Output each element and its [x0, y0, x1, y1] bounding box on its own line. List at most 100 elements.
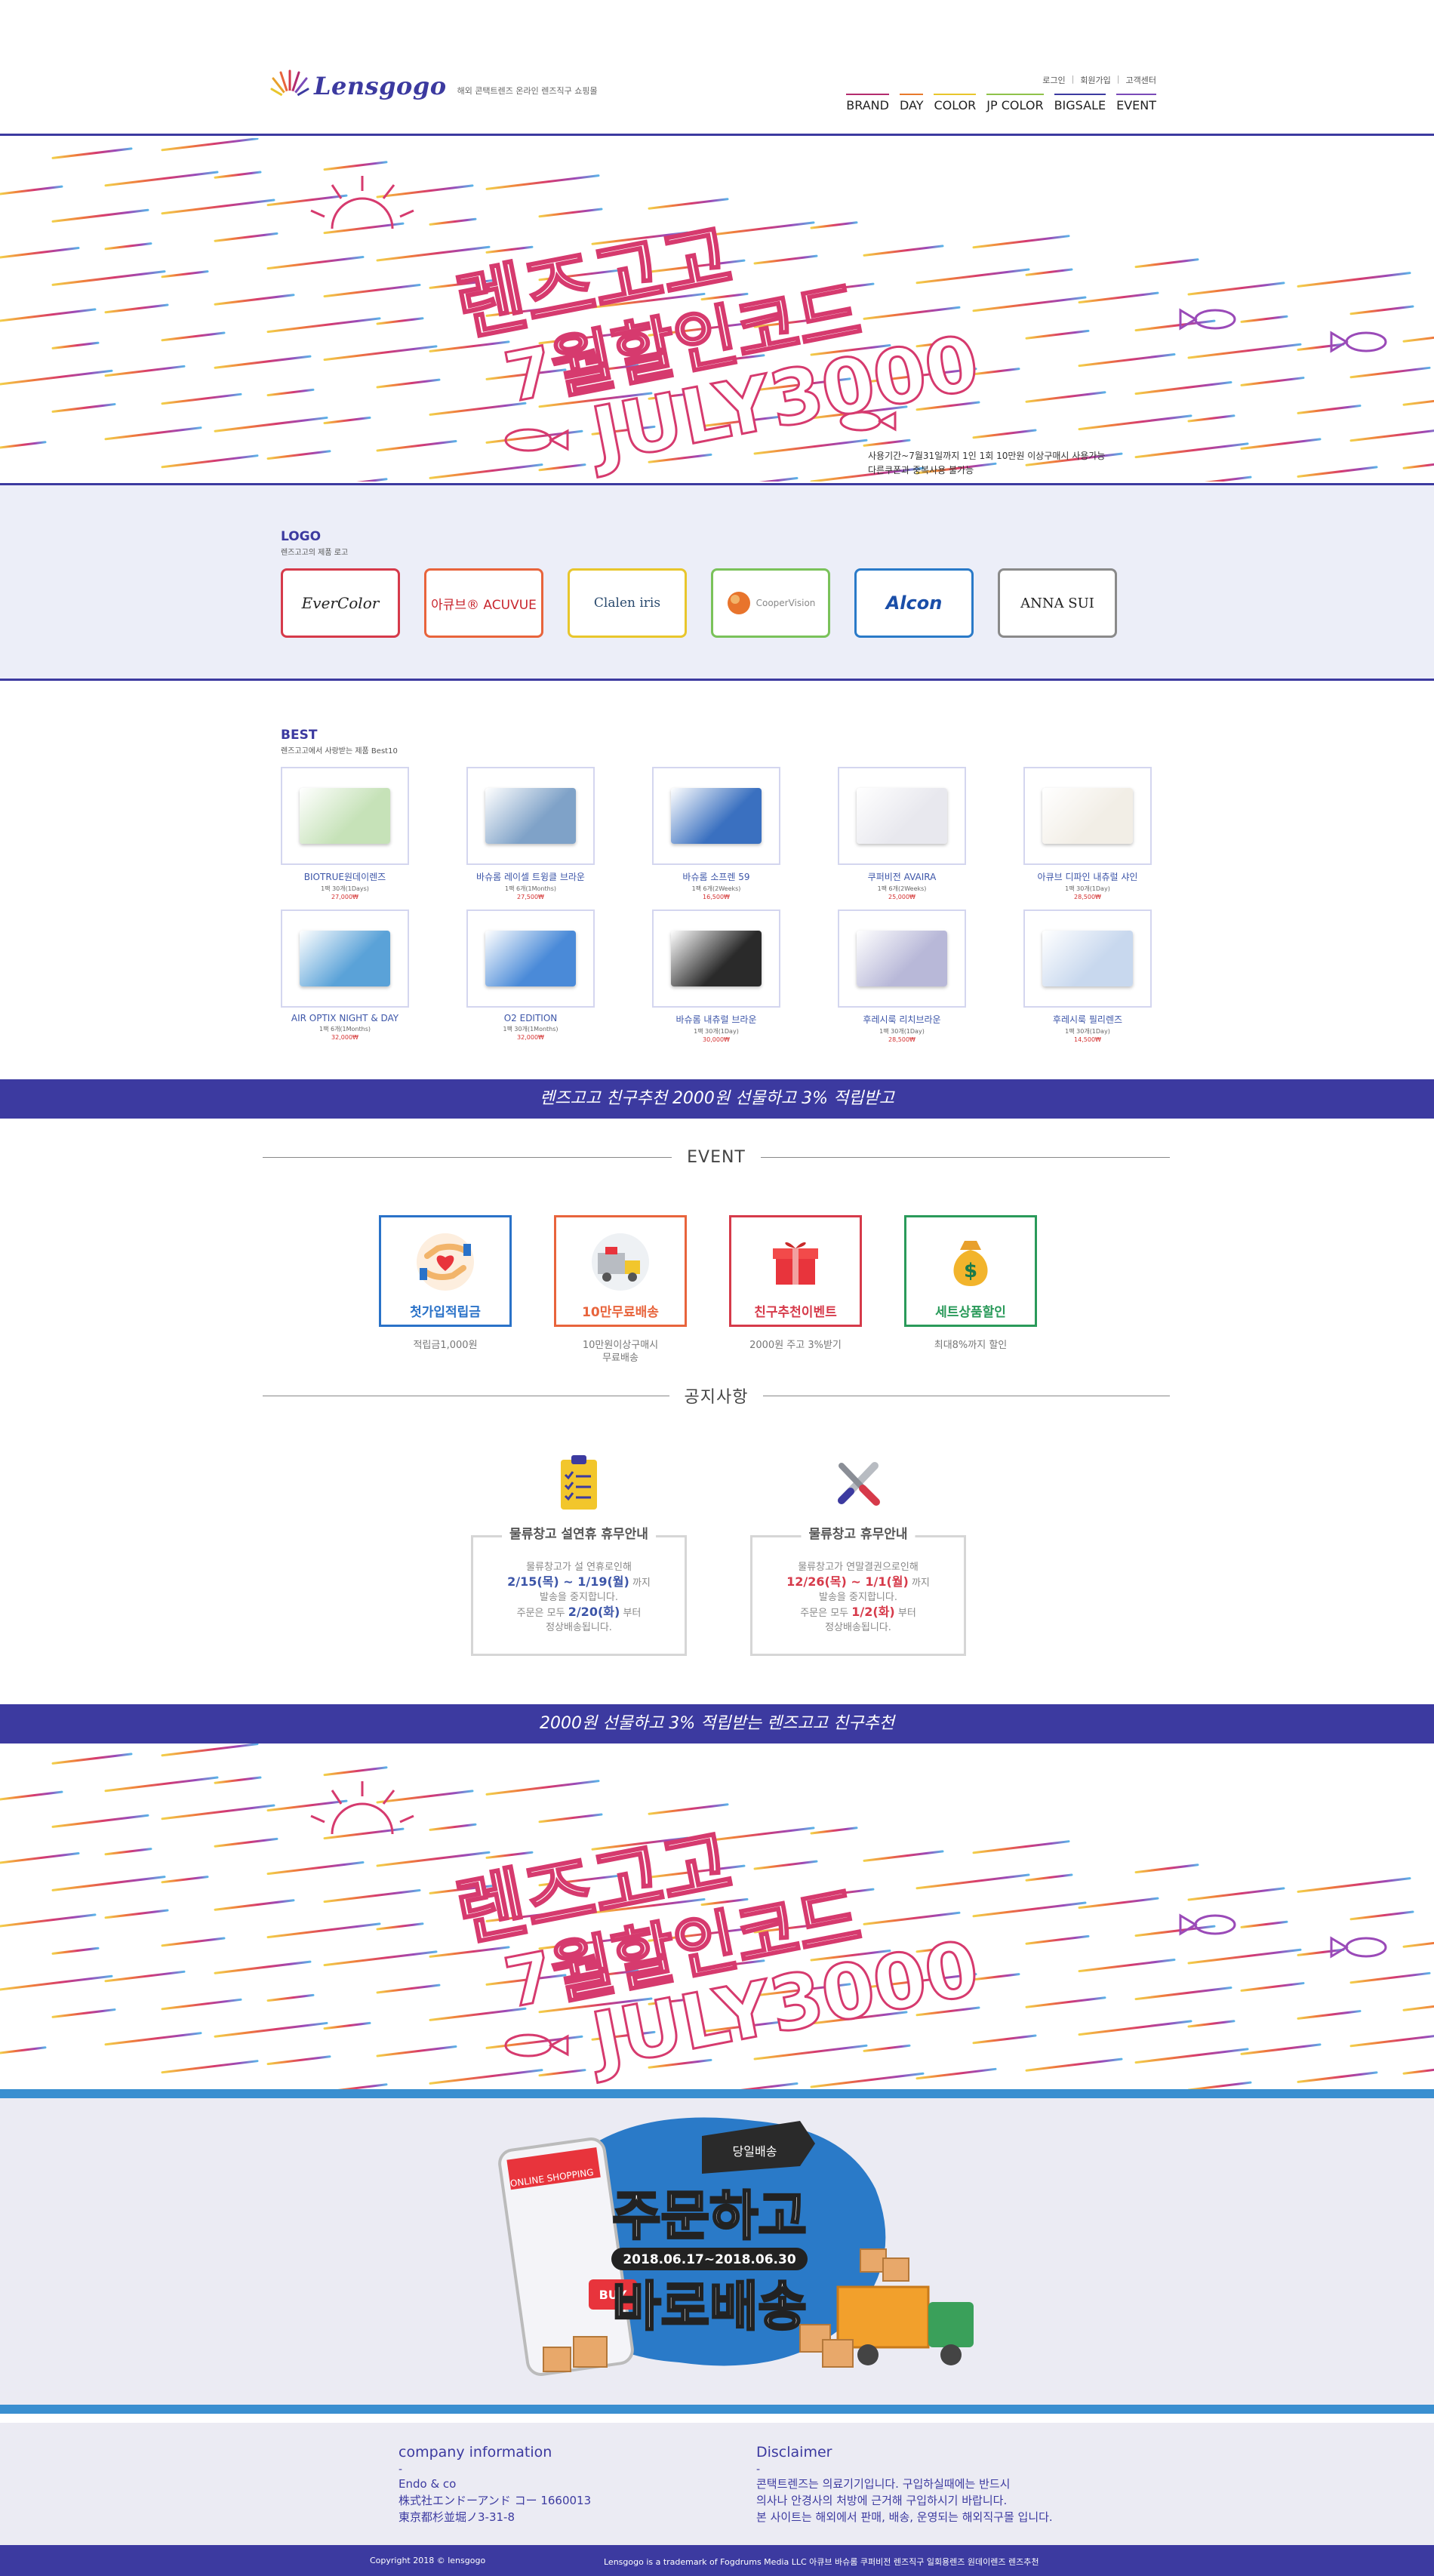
login-link[interactable]: 로그인 [1042, 74, 1065, 86]
product-name[interactable]: 후레시룩 필리렌즈 [1023, 1013, 1152, 1026]
product-card[interactable]: 바슈롬 레이셀 트윙클 브라운 1팩 6개(1Months) 27,500₩ [466, 767, 595, 900]
brand-acuvue[interactable]: 아큐브® ACUVUE [424, 568, 543, 638]
notice-text: 부터 [623, 1608, 642, 1619]
notice-list: 물류창고 설연휴 휴무안내 물류창고가 설 연휴로인해 2/15(목) ~ 1/… [471, 1451, 966, 1656]
product-card[interactable]: 바슈롬 소프렌 59 1팩 6개(2Weeks) 16,500₩ [652, 767, 780, 900]
footer-dash: - [399, 2464, 403, 2476]
product-image[interactable] [466, 909, 595, 1008]
nav-bigsale[interactable]: BIGSALE [1054, 94, 1106, 112]
product-name[interactable]: 후레시룩 리치브라운 [838, 1013, 966, 1026]
brand-evercolor[interactable]: EverColor [281, 568, 400, 638]
event-list: 첫가입적립금 적립금1,000원 10만무료배송 10만원이상구매시 무료배송 [379, 1215, 1037, 1365]
notice-year-end-holiday[interactable]: 물류창고 휴무안내 물류창고가 연말결권으로인해 12/26(목) ~ 1/1(… [750, 1451, 966, 1656]
nav-jp-color[interactable]: JP COLOR [986, 94, 1044, 112]
nav-brand[interactable]: BRAND [846, 94, 889, 112]
event-free-shipping[interactable]: 10만무료배송 10만원이상구매시 무료배송 [554, 1215, 687, 1365]
notice-text: 까지 [632, 1577, 651, 1589]
product-name[interactable]: 바슈롬 레이셀 트윙클 브라운 [466, 870, 595, 883]
customer-center-link[interactable]: 고객센터 [1126, 74, 1156, 86]
product-price: 28,500₩ [1074, 894, 1101, 900]
brand-alcon[interactable]: Alcon [854, 568, 974, 638]
product-desc: 1팩 6개(2Weeks) [877, 885, 927, 892]
product-price: 32,000₩ [517, 1034, 544, 1041]
product-price: 14,500₩ [1074, 1036, 1101, 1043]
product-image[interactable] [652, 767, 780, 865]
nav-day[interactable]: DAY [899, 94, 923, 112]
banner-note-line: 다른쿠폰과 중복사용 불가능 [868, 465, 974, 475]
event-sub: 2000원 주고 3%받기 [749, 1340, 842, 1351]
cargo-truck-icon [836, 2285, 974, 2365]
product-name[interactable]: 바슈롬 내츄럴 브라운 [652, 1013, 780, 1026]
product-card[interactable]: 바슈롬 내츄럴 브라운 1팩 30개(1Day) 30,000₩ [652, 909, 780, 1043]
product-desc: 1팩 6개(2Weeks) [691, 885, 741, 892]
notice-text: 주문은 모두 [800, 1608, 849, 1619]
friend-referral-strip-2[interactable]: 2000원 선물하고 3% 적립받는 렌즈고고 친구추천 [0, 1704, 1434, 1743]
product-image[interactable] [838, 909, 966, 1008]
footer-text: 株式社エンドーアンド コー 1660013 [399, 2494, 592, 2507]
lens-package-icon [671, 788, 762, 844]
friend-referral-strip[interactable]: 렌즈고고 친구추천 2000원 선물하고 3% 적립받고 [0, 1079, 1434, 1119]
lens-package-icon [485, 931, 576, 986]
product-name[interactable]: BIOTRUE원데이렌즈 [281, 870, 409, 883]
product-desc: 1팩 30개(1Day) [1065, 1028, 1110, 1035]
event-first-signup[interactable]: 첫가입적립금 적립금1,000원 [379, 1215, 512, 1365]
best-products-section: BEST 렌즈고고에서 사랑받는 제품 Best10 BIOTRUE원데이렌즈 1… [0, 681, 1434, 1079]
product-card[interactable]: O2 EDITION 1팩 30개(1Months) 32,000₩ [466, 909, 595, 1043]
notice-date: 1/2(화) [851, 1605, 895, 1619]
company-info: company information - Endo & co 株式社エンドーア… [399, 2444, 591, 2525]
product-name[interactable]: 바슈롬 소프렌 59 [652, 870, 780, 883]
promo-banner-bottom[interactable]: 렌즈고고 7월할인코드 JULY3000 [0, 1743, 1434, 2089]
event-sub: 최대8%까지 할인 [934, 1340, 1008, 1351]
product-card[interactable]: AIR OPTIX NIGHT & DAY 1팩 6개(1Months) 32,00… [281, 909, 409, 1043]
product-price: 25,000₩ [888, 894, 915, 900]
section-title: 공지사항 [684, 1388, 749, 1407]
notice-text: 물류창고가 연말결권으로인해 [798, 1562, 919, 1573]
nav-event[interactable]: EVENT [1116, 94, 1156, 112]
product-image[interactable] [281, 767, 409, 865]
notice-title: 물류창고 휴무안내 [801, 1528, 915, 1542]
disclaimer: Disclaimer - 콘택트렌즈는 의료기기입니다. 구입하실때에는 반드시… [756, 2444, 1053, 2525]
notice-lunar-holiday[interactable]: 물류창고 설연휴 휴무안내 물류창고가 설 연휴로인해 2/15(목) ~ 1/… [471, 1451, 687, 1656]
promo-banner-top[interactable]: 렌즈고고 7월할인코드 JULY3000 사용기간~7월31일까지 1인 1회 … [0, 138, 1434, 482]
product-card[interactable]: BIOTRUE원데이렌즈 1팩 30개(1Days) 27,000₩ [281, 767, 409, 900]
brand-logo-text: 아큐브® ACUVUE [431, 597, 537, 613]
same-day-delivery-banner[interactable]: ONLINE SHOPPING BUY 당일배송 주문하고 2018.06.17… [0, 2089, 1434, 2414]
site-logo[interactable]: Lensgogo 해외 콘택트렌즈 온라인 렌즈직구 쇼핑몰 [270, 66, 598, 106]
product-name[interactable]: 쿠퍼비전 AVAIRA [838, 870, 966, 883]
brand-logo-text: EverColor [301, 594, 380, 612]
product-image[interactable] [281, 909, 409, 1008]
product-name[interactable]: O2 EDITION [466, 1013, 595, 1023]
product-card[interactable]: 아큐브 디파인 내츄럴 샤인 1팩 30개(1Day) 28,500₩ [1023, 767, 1152, 900]
lens-package-icon [857, 931, 947, 986]
footer-text: 의사나 안경사의 처방에 근거해 구입하시기 바랍니다. [756, 2494, 1008, 2507]
product-image[interactable] [652, 909, 780, 1008]
brand-coopervision[interactable]: CooperVision [711, 568, 830, 638]
event-label: 첫가입적립금 [410, 1305, 481, 1320]
event-friend-referral[interactable]: 친구추천이벤트 2000원 주고 3%받기 [729, 1215, 862, 1365]
brand-anna-sui[interactable]: ANNA SUI [998, 568, 1117, 638]
product-image[interactable] [466, 767, 595, 865]
notice-text: 부터 [897, 1608, 916, 1619]
product-image[interactable] [1023, 767, 1152, 865]
product-card[interactable]: 쿠퍼비전 AVAIRA 1팩 6개(2Weeks) 25,000₩ [838, 767, 966, 900]
banner-note-line: 사용기간~7월31일까지 1인 1회 10만원 이상구매시 사용가능 [868, 451, 1106, 461]
event-set-discount[interactable]: $ 세트상품할인 최대8%까지 할인 [904, 1215, 1037, 1365]
product-price: 16,500₩ [703, 894, 730, 900]
product-name[interactable]: 아큐브 디파인 내츄럴 샤인 [1023, 870, 1152, 883]
footer-text: 본 사이트는 해외에서 판매, 배송, 운영되는 해외직구몰 입니다. [756, 2510, 1053, 2524]
lens-package-icon [1042, 931, 1133, 986]
clipboard-icon [561, 1455, 597, 1510]
product-name[interactable]: AIR OPTIX NIGHT & DAY [281, 1013, 409, 1023]
brand-logo-section: LOGO 렌즈고고의 제품 로고 EverColor 아큐브® ACUVUE C… [0, 483, 1434, 681]
separator: | [1116, 74, 1120, 84]
product-card[interactable]: 후레시룩 리치브라운 1팩 30개(1Day) 28,500₩ [838, 909, 966, 1043]
lens-package-icon [300, 931, 390, 986]
separator: | [1071, 74, 1075, 84]
nav-color[interactable]: COLOR [934, 94, 976, 112]
product-image[interactable] [1023, 909, 1152, 1008]
signup-link[interactable]: 회원가입 [1080, 74, 1110, 86]
product-card[interactable]: 후레시룩 필리렌즈 1팩 30개(1Day) 14,500₩ [1023, 909, 1152, 1043]
brand-clalen-iris[interactable]: Clalen iris [568, 568, 687, 638]
product-image[interactable] [838, 767, 966, 865]
coopervision-sphere-icon [727, 592, 750, 614]
